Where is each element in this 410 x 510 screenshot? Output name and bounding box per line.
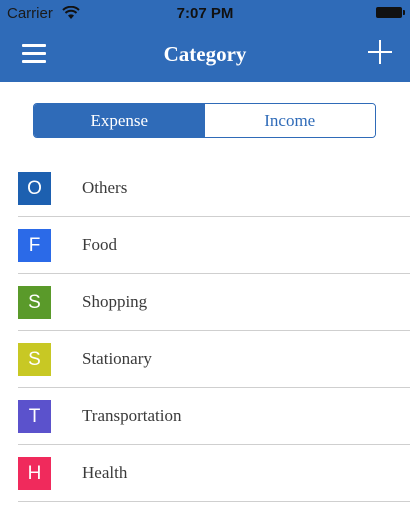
category-letter-badge: F <box>18 229 51 262</box>
list-item[interactable]: T Transportation <box>0 388 410 445</box>
segment-expense[interactable]: Expense <box>34 104 205 137</box>
category-letter-badge: H <box>18 457 51 490</box>
expense-income-toggle: Expense Income <box>33 103 376 138</box>
category-label: Stationary <box>82 349 152 368</box>
category-letter-badge: T <box>18 400 51 433</box>
status-time: 7:07 PM <box>176 5 234 22</box>
category-label: Health <box>82 463 128 482</box>
list-item[interactable]: O Others <box>0 160 410 217</box>
navigation-bar: Category <box>0 28 410 82</box>
category-letter-badge: O <box>18 172 51 205</box>
list-item[interactable]: H Health <box>0 445 410 502</box>
status-bar: Carrier 7:07 PM <box>0 0 410 28</box>
segment-income[interactable]: Income <box>204 104 375 137</box>
add-category-button[interactable] <box>368 40 392 64</box>
page-title: Category <box>163 42 247 66</box>
category-label: Transportation <box>82 406 182 425</box>
list-item[interactable]: S Stationary <box>0 331 410 388</box>
category-label: Food <box>82 235 117 254</box>
category-list: O Others F Food S Shopping S Stationary … <box>0 160 410 502</box>
list-item[interactable]: S Shopping <box>0 274 410 331</box>
category-label: Others <box>82 178 128 197</box>
category-letter-badge: S <box>18 286 51 319</box>
category-letter-badge: S <box>18 343 51 376</box>
divider <box>18 501 410 502</box>
list-item[interactable]: F Food <box>0 217 410 274</box>
category-label: Shopping <box>82 292 148 311</box>
battery-icon <box>376 7 405 18</box>
